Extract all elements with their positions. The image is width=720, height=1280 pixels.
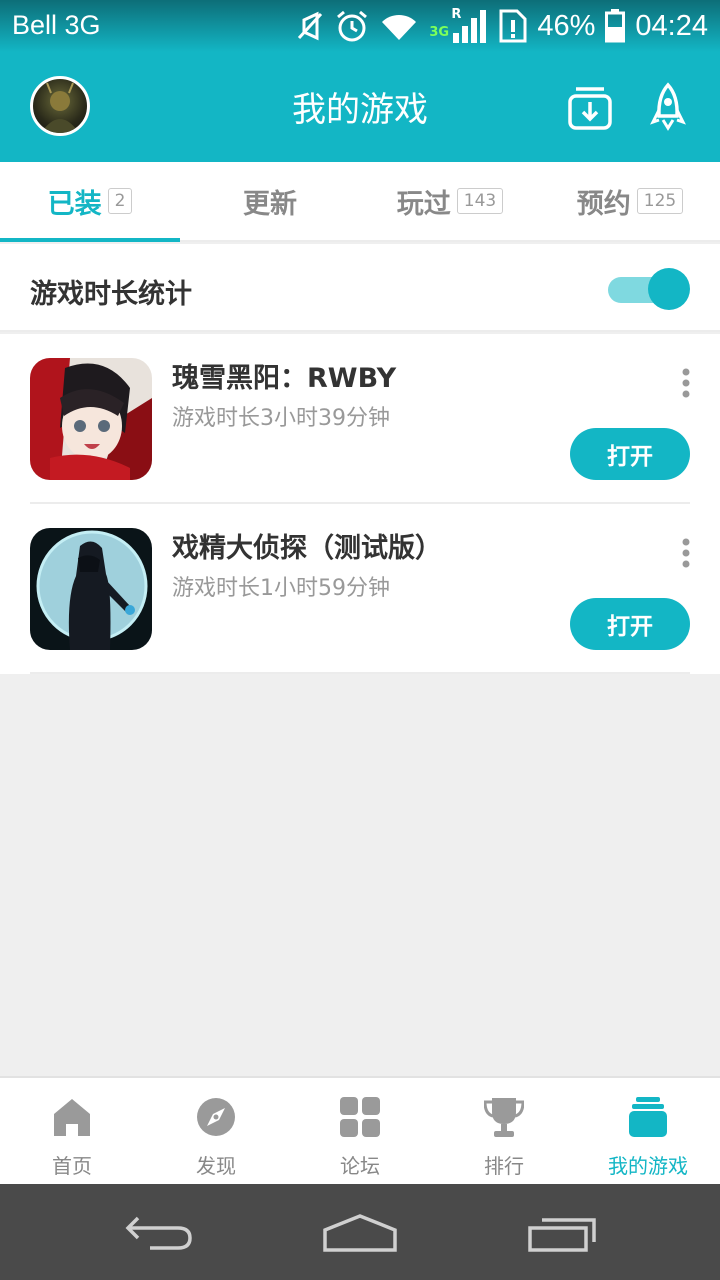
tab-updates[interactable]: 更新: [180, 162, 360, 240]
nav-item-my-games[interactable]: 我的游戏: [576, 1078, 720, 1186]
battery-percent: 46%: [537, 9, 596, 42]
back-button[interactable]: [120, 1212, 200, 1254]
more-options-button[interactable]: [674, 538, 698, 568]
tab-count-badge: 2: [107, 188, 133, 214]
wifi-icon: [382, 14, 417, 40]
nav-label: 发现: [196, 1154, 236, 1178]
nav-label: 我的游戏: [608, 1154, 688, 1178]
network-type: 3G R: [429, 7, 489, 45]
more-vertical-icon: [682, 368, 690, 398]
tab-reserved[interactable]: 预约 125: [540, 162, 720, 240]
game-playtime: 游戏时长1小时59分钟: [172, 576, 390, 601]
tab-label: 预约: [576, 188, 631, 220]
detective-artwork: [30, 528, 152, 650]
carrier-name: Bell 3G: [12, 10, 101, 40]
nav-item-home[interactable]: 首页: [0, 1078, 144, 1186]
home-system-button[interactable]: [320, 1212, 400, 1254]
app-bar: 我的游戏: [0, 52, 720, 162]
list-item[interactable]: 瑰雪黑阳：RWBY 游戏时长3小时39分钟 打开: [0, 334, 720, 504]
tab-indicator: [0, 238, 180, 242]
open-game-button[interactable]: 打开: [570, 428, 690, 480]
system-nav-bar: [0, 1184, 720, 1280]
battery-icon: [605, 9, 626, 43]
toggle-knob: [648, 268, 690, 310]
more-options-button[interactable]: [674, 368, 698, 398]
playtime-stats-row: 游戏时长统计: [0, 244, 720, 332]
tab-count-badge: 125: [636, 188, 684, 214]
sim-alert-icon: [499, 9, 527, 43]
signal-icon: [453, 10, 487, 43]
compass-icon: [197, 1098, 235, 1136]
game-icon-rwby: [30, 358, 152, 480]
playtime-stats-toggle[interactable]: [608, 268, 690, 310]
nav-label: 论坛: [340, 1154, 380, 1178]
rocket-button[interactable]: [645, 82, 691, 132]
back-icon: [125, 1216, 192, 1250]
home-icon: [54, 1099, 90, 1136]
recent-apps-button[interactable]: [524, 1212, 604, 1254]
tab-label: 更新: [243, 188, 297, 220]
tab-label: 已装: [47, 188, 102, 220]
divider: [30, 672, 690, 674]
tab-label: 玩过: [396, 188, 451, 220]
download-manager-icon: [568, 87, 612, 130]
more-vertical-icon: [682, 538, 690, 568]
tab-installed[interactable]: 已装 2: [0, 162, 180, 240]
installed-games-list: 瑰雪黑阳：RWBY 游戏时长3小时39分钟 打开 戏精大侦探（测试版） 游戏时长…: [0, 334, 720, 674]
tab-played[interactable]: 玩过 143: [360, 162, 540, 240]
nav-label: 排行: [484, 1154, 524, 1178]
my-games-icon: [629, 1097, 667, 1137]
nav-label: 首页: [52, 1154, 92, 1178]
network-label: 3G: [429, 25, 450, 40]
game-playtime: 游戏时长3小时39分钟: [172, 406, 390, 431]
recent-apps-icon: [528, 1218, 596, 1252]
status-icons: 3G R 46% 04:24: [295, 6, 708, 46]
nav-item-discover[interactable]: 发现: [144, 1078, 288, 1186]
game-icon-detective: [30, 528, 152, 650]
open-game-button[interactable]: 打开: [570, 598, 690, 650]
status-bar: Bell 3G 3G R 46% 04:24: [0, 0, 720, 52]
clock: 04:24: [635, 9, 708, 42]
grid-icon: [340, 1097, 380, 1137]
download-manager-button[interactable]: [567, 82, 613, 132]
home-outline-icon: [323, 1214, 397, 1252]
bottom-nav: 首页 发现 论坛 排行 我的游戏: [0, 1076, 720, 1184]
nav-item-forum[interactable]: 论坛: [288, 1078, 432, 1186]
rocket-icon: [650, 82, 686, 131]
playtime-stats-label: 游戏时长统计: [30, 279, 192, 310]
alarm-icon: [337, 10, 368, 42]
trophy-icon: [484, 1098, 524, 1137]
mute-icon: [298, 11, 323, 41]
game-title: 戏精大侦探（测试版）: [172, 533, 442, 564]
nav-item-ranking[interactable]: 排行: [432, 1078, 576, 1186]
tab-count-badge: 143: [456, 188, 504, 214]
rwby-artwork: [30, 358, 152, 480]
tab-bar: 已装 2 更新 玩过 143 预约 125: [0, 162, 720, 242]
list-item[interactable]: 戏精大侦探（测试版） 游戏时长1小时59分钟 打开: [0, 504, 720, 674]
game-title: 瑰雪黑阳：RWBY: [172, 363, 397, 394]
